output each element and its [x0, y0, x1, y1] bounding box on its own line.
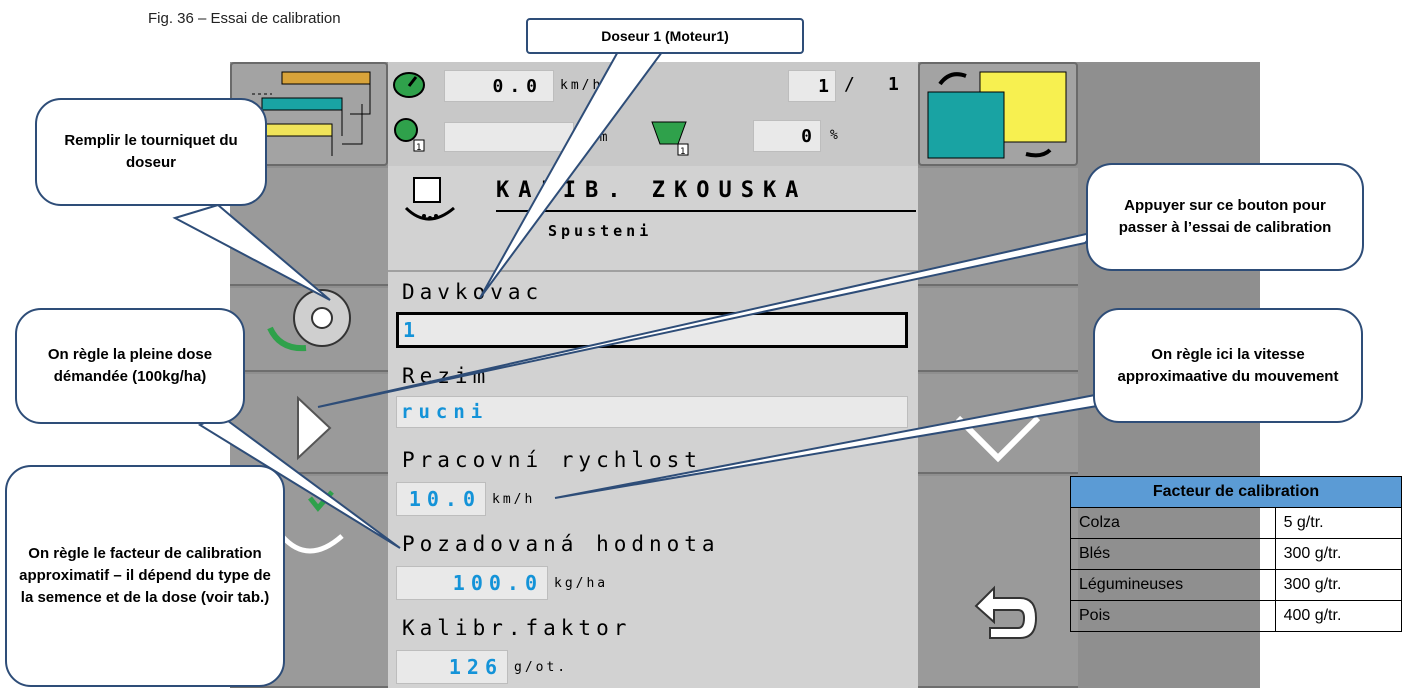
seed-type-cell: Blés — [1070, 538, 1276, 570]
leader-remplir — [172, 203, 331, 301]
callout-pleine-dose: On règle la pleine dose démandée (100kg/… — [15, 308, 245, 424]
callout-doseur: Doseur 1 (Moteur1) — [526, 18, 804, 54]
callout-vitesse: On règle ici la vitesse approximaative d… — [1093, 308, 1363, 423]
calibration-factor-table-wrap: Facteur de calibration Colza 5 g/tr. Blés 3… — [1070, 476, 1403, 632]
factor-cell: 300 g/tr. — [1274, 569, 1403, 601]
factor-cell: 400 g/tr. — [1274, 600, 1403, 632]
table-header: Facteur de calibration — [1070, 476, 1402, 508]
callout-facteur: On règle le facteur de calibration appro… — [5, 465, 285, 687]
seed-type-cell: Pois — [1070, 600, 1276, 632]
table-row: Blés 300 g/tr. — [1070, 538, 1403, 570]
leader-bouton — [317, 230, 1098, 408]
factor-cell: 5 g/tr. — [1274, 507, 1403, 539]
callout-remplir: Remplir le tourniquet du doseur — [35, 98, 267, 206]
factor-cell: 300 g/tr. — [1274, 538, 1403, 570]
leader-doseur — [479, 47, 667, 299]
leader-vitesse — [554, 393, 1105, 499]
table-row: Pois 400 g/tr. — [1070, 600, 1403, 632]
table-row: Légumineuses 300 g/tr. — [1070, 569, 1403, 601]
callout-bouton: Appuyer sur ce bouton pour passer à l’es… — [1086, 163, 1364, 271]
table-row: Colza 5 g/tr. — [1070, 507, 1403, 539]
calibration-factor-table: Facteur de calibration Colza 5 g/tr. Blés 3… — [1070, 476, 1403, 632]
seed-type-cell: Colza — [1070, 507, 1276, 539]
seed-type-cell: Légumineuses — [1070, 569, 1276, 601]
